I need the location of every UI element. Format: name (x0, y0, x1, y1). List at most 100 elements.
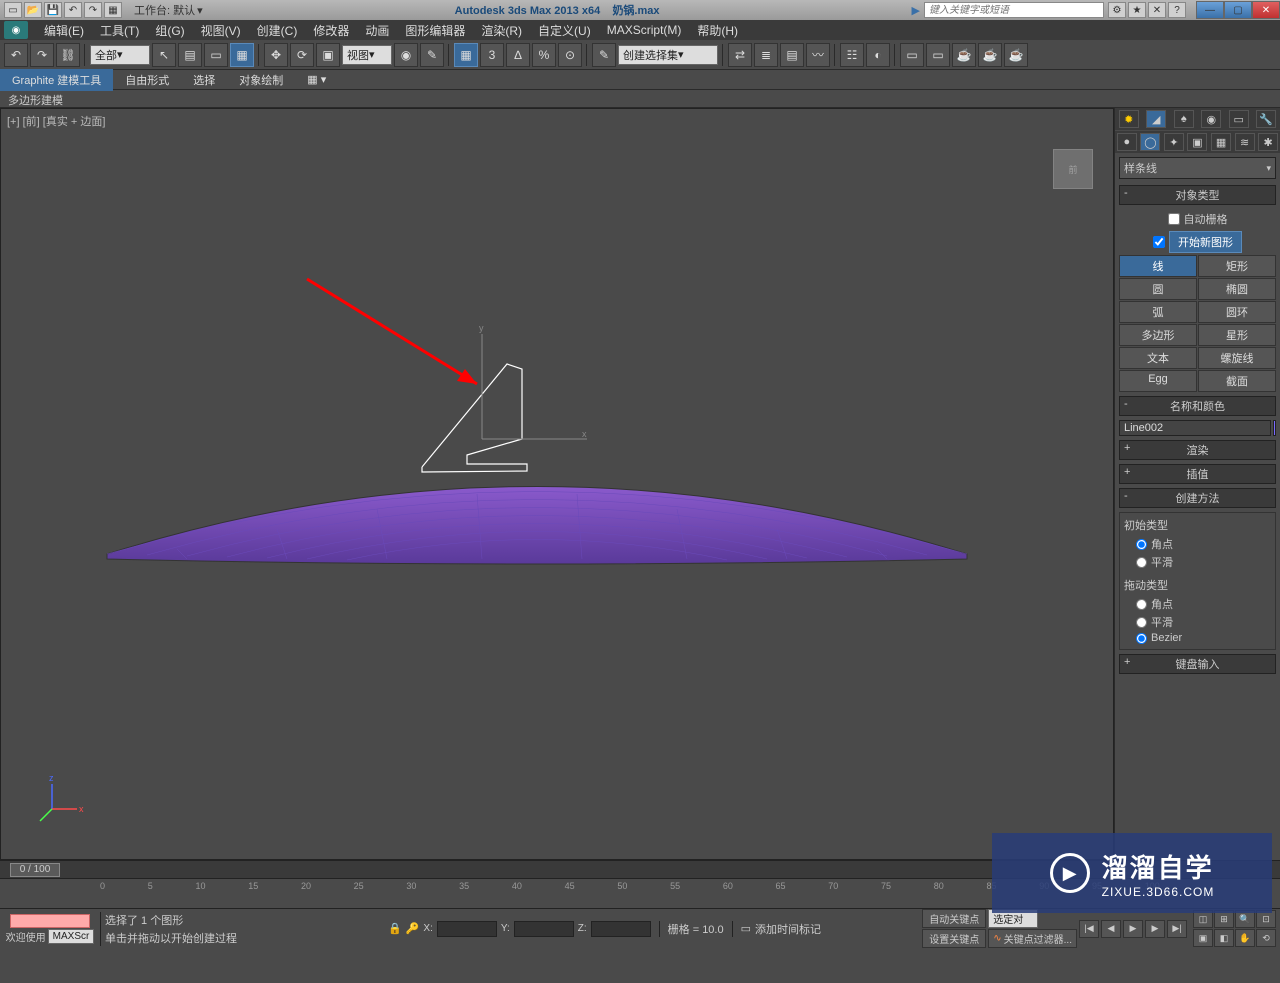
render-iterate-button[interactable]: ☕ (1004, 43, 1028, 67)
rollout-render[interactable]: + 渲染 (1119, 440, 1276, 460)
object-color-swatch[interactable] (1273, 420, 1276, 436)
edit-named-sel-button[interactable]: ✎ (592, 43, 616, 67)
menu-help[interactable]: 帮助(H) (689, 20, 746, 41)
rollout-name-color[interactable]: - 名称和颜色 (1119, 396, 1276, 416)
selection-filter-dropdown[interactable]: 全部 ▾ (90, 45, 150, 65)
menu-maxscript[interactable]: MAXScript(M) (599, 21, 690, 39)
select-button[interactable]: ↖ (152, 43, 176, 67)
spinner-snap-button[interactable]: ⊙ (558, 43, 582, 67)
geometry-icon[interactable]: ● (1117, 133, 1137, 151)
spacewarps-icon[interactable]: ≋ (1235, 133, 1255, 151)
open-icon[interactable]: 📂 (24, 2, 42, 18)
layer-button[interactable]: ▤ (780, 43, 804, 67)
maxscript-listener-button[interactable]: MAXScr (48, 929, 95, 944)
fov-button[interactable]: ◧ (1214, 929, 1234, 947)
menu-customize[interactable]: 自定义(U) (530, 20, 599, 41)
time-tag-icon[interactable]: ▭ (741, 922, 751, 935)
shape-category-dropdown[interactable]: 样条线 (1119, 157, 1276, 179)
start-new-shape-button[interactable]: 开始新图形 (1169, 231, 1242, 253)
manipulate-button[interactable]: ✎ (420, 43, 444, 67)
viewcube[interactable]: 前 (1053, 149, 1093, 189)
shape-circle-button[interactable]: 圆 (1119, 278, 1197, 300)
keyboard-shortcut-toggle[interactable]: ▦ (454, 43, 478, 67)
zoom-extents-button[interactable]: ▣ (1193, 929, 1213, 947)
percent-snap-button[interactable]: % (532, 43, 556, 67)
auto-key-button[interactable]: 自动关键点 (922, 909, 986, 928)
shape-arc-button[interactable]: 弧 (1119, 301, 1197, 323)
select-name-button[interactable]: ▤ (178, 43, 202, 67)
goto-start-button[interactable]: |◀ (1079, 920, 1099, 938)
align-button[interactable]: ≣ (754, 43, 778, 67)
menu-edit[interactable]: 编辑(E) (36, 20, 92, 41)
redo-icon[interactable]: ↷ (84, 2, 102, 18)
select-region-rect[interactable]: ▭ (204, 43, 228, 67)
shape-ellipse-button[interactable]: 椭圆 (1198, 278, 1276, 300)
shape-text-button[interactable]: 文本 (1119, 347, 1197, 369)
angle-snap-button[interactable]: ∆ (506, 43, 530, 67)
prev-frame-button[interactable]: ◀ (1101, 920, 1121, 938)
help-search-input[interactable] (924, 2, 1104, 18)
menu-create[interactable]: 创建(C) (249, 20, 306, 41)
next-frame-button[interactable]: ▶ (1145, 920, 1165, 938)
init-corner-radio[interactable] (1136, 539, 1147, 550)
maximize-button[interactable]: ▢ (1224, 1, 1252, 19)
rollout-interpolation[interactable]: + 插值 (1119, 464, 1276, 484)
drag-bezier-radio[interactable] (1136, 633, 1147, 644)
modify-tab-icon[interactable]: ◢ (1146, 110, 1166, 128)
drag-smooth-radio[interactable] (1136, 617, 1147, 628)
curve-editor-button[interactable]: 〰 (806, 43, 830, 67)
workspace-selector[interactable]: 工作台: 默认 ▾ (134, 2, 203, 18)
close-button[interactable]: ✕ (1252, 1, 1280, 19)
ref-coord-dropdown[interactable]: 视图 ▾ (342, 45, 392, 65)
exchange-icon[interactable]: ✕ (1148, 2, 1166, 18)
lock-icon[interactable]: 🔒 (388, 922, 402, 935)
schematic-button[interactable]: ☷ (840, 43, 864, 67)
help-icon[interactable]: ? (1168, 2, 1186, 18)
ribbon-tab-freeform[interactable]: 自由形式 (113, 69, 181, 91)
menu-rendering[interactable]: 渲染(R) (473, 20, 530, 41)
save-icon[interactable]: 💾 (44, 2, 62, 18)
viewport-front[interactable]: [+] [前] [真实 + 边面] 前 (0, 108, 1114, 860)
display-tab-icon[interactable]: ▭ (1229, 110, 1249, 128)
menu-group[interactable]: 组(G) (147, 20, 192, 41)
time-slider-thumb[interactable]: 0 / 100 (10, 863, 60, 877)
play-button[interactable]: ▶ (1123, 920, 1143, 938)
auto-grid-checkbox[interactable] (1168, 213, 1180, 225)
coord-z-input[interactable] (591, 921, 651, 937)
mirror-button[interactable]: ⇄ (728, 43, 752, 67)
shape-line-button[interactable]: 线 (1119, 255, 1197, 277)
shape-donut-button[interactable]: 圆环 (1198, 301, 1276, 323)
undo-icon[interactable]: ↶ (64, 2, 82, 18)
set-key-button[interactable]: 设置关键点 (922, 929, 986, 948)
render-production-button[interactable]: ☕ (978, 43, 1002, 67)
object-name-input[interactable] (1119, 420, 1271, 436)
rollout-object-type[interactable]: - 对象类型 (1119, 185, 1276, 205)
goto-end-button[interactable]: ▶| (1167, 920, 1187, 938)
create-tab-icon[interactable]: ✹ (1119, 110, 1139, 128)
redo-button[interactable]: ↷ (30, 43, 54, 67)
shape-section-button[interactable]: 截面 (1198, 370, 1276, 392)
minimize-button[interactable]: — (1196, 1, 1224, 19)
coord-y-input[interactable] (514, 921, 574, 937)
coord-x-input[interactable] (437, 921, 497, 937)
material-editor-button[interactable]: ◐ (866, 43, 890, 67)
shape-helix-button[interactable]: 螺旋线 (1198, 347, 1276, 369)
shapes-icon[interactable]: ◯ (1140, 133, 1160, 151)
cameras-icon[interactable]: ▣ (1187, 133, 1207, 151)
menu-graph-editors[interactable]: 图形编辑器 (397, 20, 473, 41)
render-setup-button[interactable]: ▭ (900, 43, 924, 67)
link-button[interactable]: ⛓ (56, 43, 80, 67)
star-icon[interactable]: ★ (1128, 2, 1146, 18)
communication-icon[interactable]: ⚙ (1108, 2, 1126, 18)
ribbon-tab-graphite[interactable]: Graphite 建模工具 (0, 69, 113, 91)
shape-rectangle-button[interactable]: 矩形 (1198, 255, 1276, 277)
menu-animation[interactable]: 动画 (357, 20, 397, 41)
script-listener-mini[interactable] (10, 914, 90, 928)
utilities-tab-icon[interactable]: 🔧 (1256, 110, 1276, 128)
shape-star-button[interactable]: 星形 (1198, 324, 1276, 346)
motion-tab-icon[interactable]: ◉ (1201, 110, 1221, 128)
key-icon[interactable]: 🔑 (406, 922, 420, 935)
rollout-creation-method[interactable]: - 创建方法 (1119, 488, 1276, 508)
menu-modifiers[interactable]: 修改器 (305, 20, 357, 41)
snap-3d-button[interactable]: 3 (480, 43, 504, 67)
